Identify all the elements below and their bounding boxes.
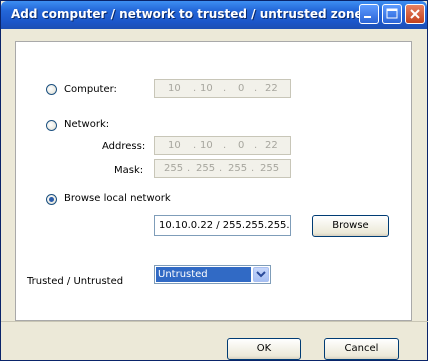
ip-octet: 22 (265, 140, 278, 151)
dialog-window: Add computer / network to trusted / untr… (0, 0, 428, 361)
ip-octet: 0 (238, 83, 245, 94)
minimize-icon (364, 16, 371, 18)
network-radio[interactable] (46, 120, 57, 131)
maximize-button[interactable] (382, 4, 402, 24)
cancel-button[interactable]: Cancel (324, 338, 399, 360)
ok-button[interactable]: OK (227, 338, 301, 360)
cancel-button-label: Cancel (344, 343, 379, 354)
mask-ip-field: 255 . 255 . 255 . 255 (154, 159, 291, 178)
computer-ip-field: 10 . 10 . 0 . 22 (154, 79, 291, 98)
window-title: Add computer / network to trusted / untr… (11, 7, 363, 21)
ip-octet: 10 (200, 140, 213, 151)
address-label: Address: (102, 141, 146, 152)
ip-octet: 255 (228, 163, 248, 174)
ip-octet: 255 (196, 163, 216, 174)
close-button[interactable] (405, 4, 425, 24)
ip-octet: 0 (238, 140, 245, 151)
browse-button[interactable]: Browse (312, 215, 389, 237)
settings-panel: Computer: 10 . 10 . 0 . 22 Network: Addr… (15, 41, 412, 321)
dropdown-arrow[interactable] (253, 267, 269, 282)
trusted-select[interactable]: Untrusted (154, 265, 271, 284)
chevron-down-icon (256, 271, 266, 278)
browse-button-label: Browse (332, 220, 369, 231)
address-ip-field: 10 . 10 . 0 . 22 (154, 136, 291, 155)
ip-octet: 22 (265, 83, 278, 94)
maximize-icon (386, 8, 398, 19)
browse-value-field[interactable]: 10.10.0.22 / 255.255.255.255 (154, 215, 291, 236)
ip-octet: 10 (200, 83, 213, 94)
footer-divider (1, 321, 428, 322)
mask-label: Mask: (114, 165, 144, 176)
computer-label: Computer: (64, 84, 117, 95)
trusted-select-value: Untrusted (156, 267, 251, 282)
ip-octet: 10 (168, 140, 181, 151)
ip-octet: 10 (168, 83, 181, 94)
browse-radio[interactable] (46, 194, 57, 205)
ip-octet: 255 (164, 163, 184, 174)
title-bar[interactable]: Add computer / network to trusted / untr… (1, 1, 427, 29)
browse-label: Browse local network (64, 193, 171, 204)
trusted-label: Trusted / Untrusted (27, 276, 124, 287)
ip-octet: 255 (260, 163, 280, 174)
close-icon (410, 9, 420, 19)
computer-radio[interactable] (46, 84, 57, 95)
minimize-button[interactable] (359, 4, 379, 24)
network-label: Network: (64, 119, 110, 130)
ok-button-label: OK (256, 343, 272, 354)
